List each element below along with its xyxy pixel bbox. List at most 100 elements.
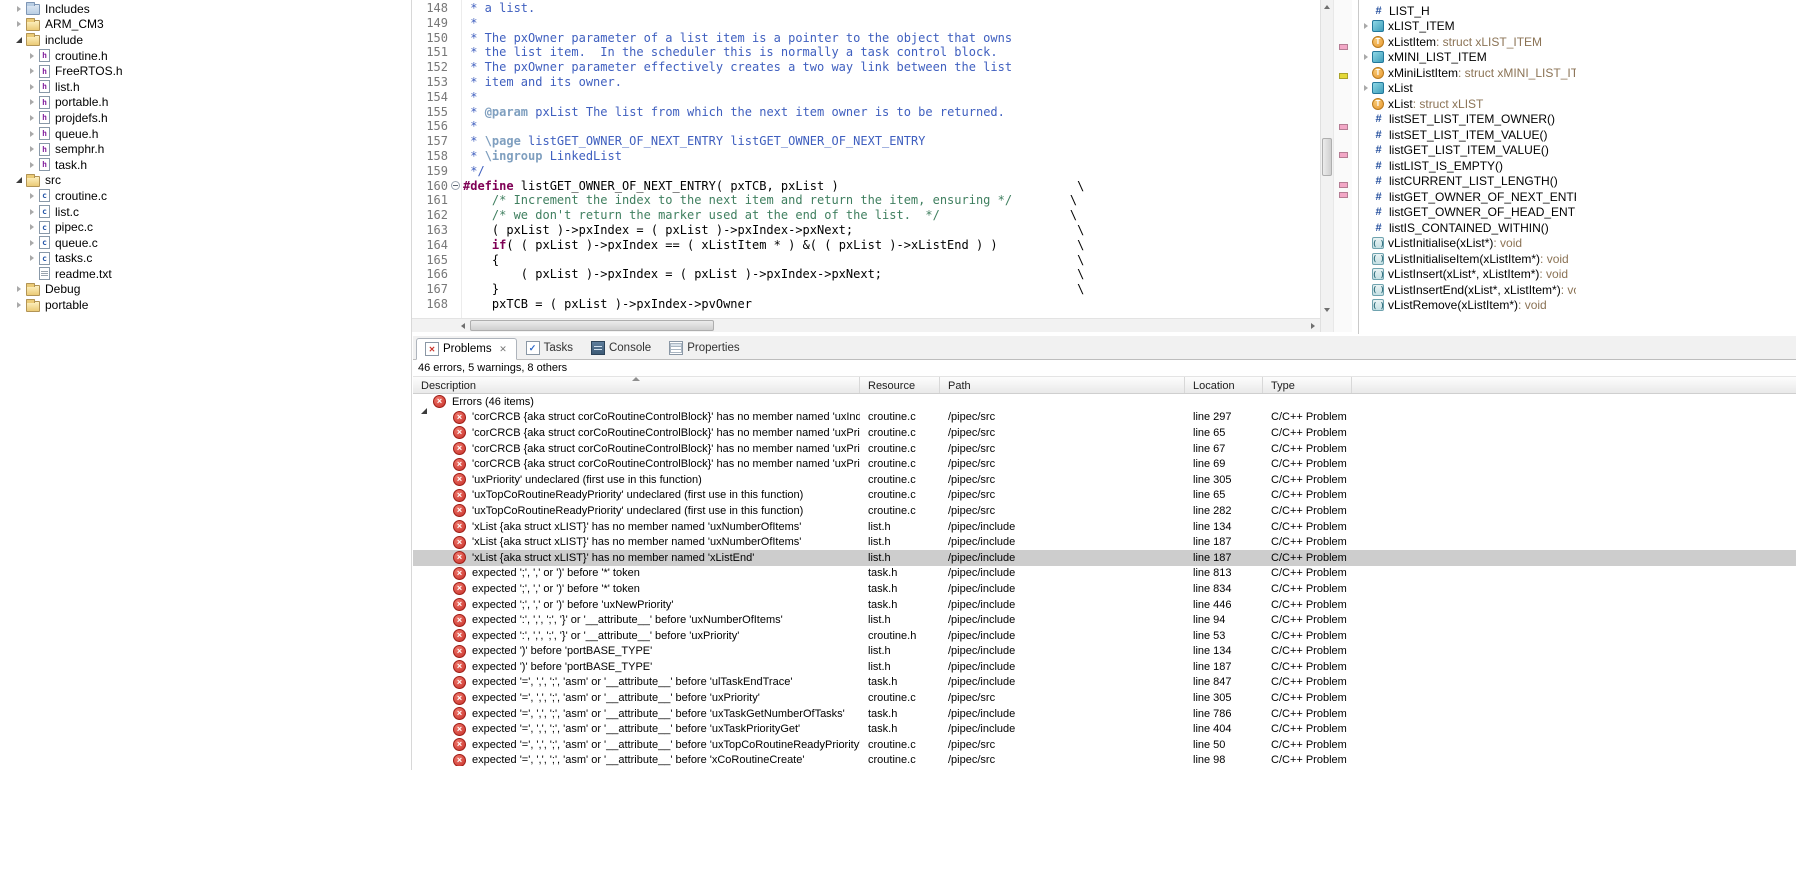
horizontal-scrollbar[interactable]	[412, 318, 1320, 332]
tree-item-croutine.h[interactable]: croutine.h	[0, 48, 411, 64]
vertical-scrollbar[interactable]	[1320, 0, 1333, 332]
tree-item-FreeRTOS.h[interactable]: FreeRTOS.h	[0, 63, 411, 79]
code-line[interactable]: *	[463, 16, 1320, 31]
tree-collapsed-arrow-icon[interactable]	[25, 130, 39, 137]
column-header-path[interactable]: Path	[940, 377, 1185, 393]
tree-item-Includes[interactable]: Includes	[0, 1, 411, 17]
outline-item-listSET_LIST_ITEM_VALUE[interactable]: listSET_LIST_ITEM_VALUE()	[1359, 127, 1576, 143]
tree-collapsed-arrow-icon[interactable]	[25, 146, 39, 153]
column-header-type[interactable]: Type	[1263, 377, 1352, 393]
outline-item-vListRemovexListItem[interactable]: vListRemove(xListItem*) : void	[1359, 298, 1576, 314]
problem-row[interactable]: expected ';', ',' or ')' before '*' toke…	[413, 566, 1796, 582]
tree-collapsed-arrow-icon[interactable]	[25, 239, 39, 246]
outline-item-LIST_H[interactable]: LIST_H	[1359, 3, 1576, 19]
tree-item-include[interactable]: include	[0, 32, 411, 48]
tree-collapsed-arrow-icon[interactable]	[25, 114, 39, 121]
tree-item-queue.h[interactable]: queue.h	[0, 126, 411, 142]
tree-item-queue.c[interactable]: queue.c	[0, 235, 411, 251]
code-line[interactable]: * \ingroup LinkedList	[463, 149, 1320, 164]
outline-item-listGET_LIST_ITEM_VALUE[interactable]: listGET_LIST_ITEM_VALUE()	[1359, 143, 1576, 159]
problem-row[interactable]: 'corCRCB {aka struct corCoRoutineControl…	[413, 441, 1796, 457]
problem-row[interactable]: expected ')' before 'portBASE_TYPE' list.…	[413, 659, 1796, 675]
problem-row[interactable]: expected '=', ',', ';', 'asm' or '__attr…	[413, 721, 1796, 737]
tree-collapsed-arrow-icon[interactable]	[25, 224, 39, 231]
code-line[interactable]: * the list item. In the scheduler this i…	[463, 45, 1320, 60]
tree-collapsed-arrow-icon[interactable]	[25, 83, 39, 90]
problem-row[interactable]: expected ':', ',', ';', '}' or '__attrib…	[413, 612, 1796, 628]
tree-item-semphr.h[interactable]: semphr.h	[0, 141, 411, 157]
tree-item-list.h[interactable]: list.h	[0, 79, 411, 95]
annotation-marker[interactable]	[1339, 152, 1348, 158]
overview-ruler[interactable]	[1333, 0, 1352, 332]
outline-collapsed-arrow-icon[interactable]	[1359, 23, 1372, 30]
outline-item-listGET_OWNER_OF_HEAD_ENTRY[interactable]: listGET_OWNER_OF_HEAD_ENTRY()	[1359, 205, 1576, 221]
tree-collapsed-arrow-icon[interactable]	[25, 208, 39, 215]
tree-item-tasks.c[interactable]: tasks.c	[0, 251, 411, 267]
outline-item-listGET_OWNER_OF_NEXT_ENTRY[interactable]: listGET_OWNER_OF_NEXT_ENTRY()	[1359, 189, 1576, 205]
tree-collapsed-arrow-icon[interactable]	[25, 161, 39, 168]
line-number-ruler[interactable]: 148 149 150 151 152 153 154 155 156 157 158 159 160 1…	[412, 1, 450, 312]
horizontal-scroll-thumb[interactable]	[470, 320, 714, 331]
outline-collapsed-arrow-icon[interactable]	[1359, 85, 1372, 92]
outline-item-listLIST_IS_EMPTY[interactable]: listLIST_IS_EMPTY()	[1359, 158, 1576, 174]
tree-expanded-arrow-icon[interactable]	[12, 36, 26, 43]
code-line[interactable]: * The pxOwner parameter of a list item i…	[463, 31, 1320, 46]
code-line[interactable]: * item and its owner.	[463, 75, 1320, 90]
tree-expanded-arrow-icon[interactable]	[12, 177, 26, 184]
code-line[interactable]: *	[463, 119, 1320, 134]
tree-collapsed-arrow-icon[interactable]	[25, 99, 39, 106]
code-line[interactable]: { \	[463, 253, 1320, 268]
problem-row[interactable]: 'corCRCB {aka struct corCoRoutineControl…	[413, 456, 1796, 472]
tree-item-croutine.c[interactable]: croutine.c	[0, 188, 411, 204]
code-line[interactable]: /* Increment the index to the next item …	[463, 193, 1320, 208]
tab-tasks[interactable]: Tasks	[517, 337, 582, 359]
code-line[interactable]: /* we don't return the marker used at th…	[463, 208, 1320, 223]
outline-view[interactable]: LIST_HxLIST_ITEMxListItem : struct xLIST…	[1358, 0, 1576, 334]
annotation-marker[interactable]	[1339, 44, 1348, 50]
outline-item-listIS_CONTAINED_WITHIN[interactable]: listIS_CONTAINED_WITHIN()	[1359, 220, 1576, 236]
problem-row[interactable]: expected ':', ',', ';', '}' or '__attrib…	[413, 628, 1796, 644]
outline-item-listSET_LIST_ITEM_OWNER[interactable]: listSET_LIST_ITEM_OWNER()	[1359, 112, 1576, 128]
code-line[interactable]: #define listGET_OWNER_OF_NEXT_ENTRY( pxT…	[463, 179, 1320, 194]
problem-row[interactable]: expected '=', ',', ';', 'asm' or '__attr…	[413, 753, 1796, 766]
tree-item-pipec.c[interactable]: pipec.c	[0, 219, 411, 235]
problem-row[interactable]: 'xList {aka struct xLIST}' has no member…	[413, 534, 1796, 550]
tree-collapsed-arrow-icon[interactable]	[25, 52, 39, 59]
scroll-down-button[interactable]	[1321, 304, 1333, 316]
outline-item-xListItem[interactable]: xListItem : struct xLIST_ITEM	[1359, 34, 1576, 50]
code-line[interactable]: } \	[463, 282, 1320, 297]
problem-row[interactable]: 'xList {aka struct xLIST}' has no member…	[413, 549, 1796, 566]
tree-item-Debug[interactable]: Debug	[0, 282, 411, 298]
problems-group-row[interactable]: Errors (46 items)	[413, 394, 1796, 414]
tree-collapsed-arrow-icon[interactable]	[25, 68, 39, 75]
code-line[interactable]: */	[463, 164, 1320, 179]
annotation-marker[interactable]	[1339, 124, 1348, 130]
problem-row[interactable]: 'xList {aka struct xLIST}' has no member…	[413, 519, 1796, 535]
outline-item-xLIST_ITEM[interactable]: xLIST_ITEM	[1359, 19, 1576, 35]
outline-item-vListInitialisexList[interactable]: vListInitialise(xList*) : void	[1359, 236, 1576, 252]
code-line[interactable]: if( ( pxList )->pxIndex == ( xListItem *…	[463, 238, 1320, 253]
tree-collapsed-arrow-icon[interactable]	[12, 5, 26, 12]
outline-item-xMiniListItem[interactable]: xMiniListItem : struct xMINI_LIST_ITEM	[1359, 65, 1576, 81]
tab-properties[interactable]: Properties	[660, 337, 748, 359]
column-header-location[interactable]: Location	[1185, 377, 1263, 393]
project-tree[interactable]: IncludesARM_CM3includecroutine.hFreeRTOS…	[0, 0, 412, 770]
problem-row[interactable]: 'uxPriority' undeclared (first use in th…	[413, 472, 1796, 488]
tab-close-icon[interactable]	[499, 345, 508, 354]
problem-row[interactable]: expected '=', ',', ';', 'asm' or '__attr…	[413, 706, 1796, 722]
outline-item-xList[interactable]: xList : struct xLIST	[1359, 96, 1576, 112]
tree-collapsed-arrow-icon[interactable]	[12, 286, 26, 293]
problem-row[interactable]: expected '=', ',', ';', 'asm' or '__attr…	[413, 690, 1796, 706]
code-line[interactable]: ( pxList )->pxIndex = ( pxList )->pxInde…	[463, 267, 1320, 282]
code-line[interactable]: * a list.	[463, 1, 1320, 16]
tree-item-projdefs.h[interactable]: projdefs.h	[0, 110, 411, 126]
tab-console[interactable]: Console	[582, 337, 660, 359]
problem-row[interactable]: 'uxTopCoRoutineReadyPriority' undeclared…	[413, 488, 1796, 504]
code-line[interactable]: ( pxList )->pxIndex = ( pxList )->pxInde…	[463, 223, 1320, 238]
code-line[interactable]: * \page listGET_OWNER_OF_NEXT_ENTRY list…	[463, 134, 1320, 149]
tree-collapsed-arrow-icon[interactable]	[25, 192, 39, 199]
problem-row[interactable]: expected ';', ',' or ')' before '*' toke…	[413, 581, 1796, 597]
problem-row[interactable]: 'corCRCB {aka struct corCoRoutineControl…	[413, 425, 1796, 441]
column-header-resource[interactable]: Resource	[860, 377, 940, 393]
code-line[interactable]: *	[463, 90, 1320, 105]
